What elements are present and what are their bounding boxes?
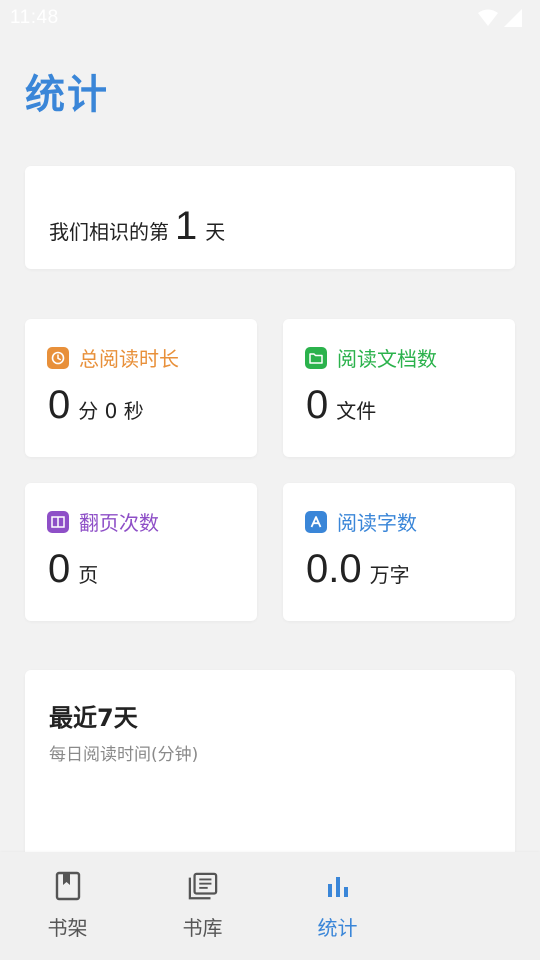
status-time: 11:48: [10, 7, 59, 28]
bottom-nav: 书架 书库 统计: [0, 852, 540, 960]
stat-value: 0.0 万字: [306, 547, 410, 592]
bar-chart-icon: [323, 870, 353, 902]
page-title: 统计: [25, 72, 109, 118]
stat-unit: 分 0 秒: [78, 399, 144, 423]
nav-label: 书库: [182, 916, 223, 940]
stat-card-page-turns: 翻页次数 0 页: [25, 483, 257, 621]
stat-unit: 页: [78, 563, 99, 587]
stat-number: 0: [48, 547, 71, 591]
stat-header: 阅读文档数: [305, 343, 437, 372]
stat-value: 0 分 0 秒: [48, 383, 144, 428]
stat-value: 0 文件: [306, 383, 376, 428]
clock-icon: [47, 346, 69, 369]
stat-number: 0: [306, 383, 329, 427]
book-open-icon: [47, 510, 69, 533]
stat-label: 翻页次数: [79, 511, 159, 535]
stat-label: 阅读字数: [337, 511, 417, 535]
stat-number: 0: [48, 383, 71, 427]
stat-unit: 文件: [336, 399, 377, 423]
nav-item-bookshelf[interactable]: 书架: [0, 852, 135, 960]
stat-header: 翻页次数: [47, 507, 159, 536]
stat-card-word-count: 阅读字数 0.0 万字: [283, 483, 515, 621]
bookmark-book-icon: [53, 870, 83, 902]
stat-header: 阅读字数: [305, 507, 417, 536]
stat-unit: 万字: [369, 563, 410, 587]
nav-item-library[interactable]: 书库: [135, 852, 270, 960]
stat-header: 总阅读时长: [47, 343, 179, 372]
days-suffix: 天: [205, 220, 226, 244]
stat-label: 阅读文档数: [337, 347, 437, 371]
nav-label: 统计: [317, 916, 358, 940]
nav-label: 书架: [47, 916, 88, 940]
days-together-card: 我们相识的第 1 天: [25, 166, 515, 269]
nav-item-statistics[interactable]: 统计: [270, 852, 405, 960]
recent-subtitle: 每日阅读时间(分钟): [49, 745, 199, 765]
days-together-text: 我们相识的第 1 天: [49, 204, 225, 249]
stat-card-reading-time: 总阅读时长 0 分 0 秒: [25, 319, 257, 457]
stat-label: 总阅读时长: [79, 347, 179, 371]
status-bar: 11:48: [0, 0, 540, 36]
nav-item-empty: [405, 852, 540, 960]
signal-icon: [504, 9, 522, 27]
status-icons: [478, 9, 522, 27]
stat-card-documents: 阅读文档数 0 文件: [283, 319, 515, 457]
library-icon: [188, 870, 218, 902]
stat-number: 0.0: [306, 547, 362, 591]
stat-value: 0 页: [48, 547, 98, 592]
letter-a-icon: [305, 510, 327, 533]
recent-title: 最近7天: [49, 704, 138, 732]
wifi-icon: [478, 9, 498, 26]
folder-icon: [305, 346, 327, 369]
days-prefix: 我们相识的第: [49, 220, 169, 244]
days-count: 1: [175, 204, 198, 248]
